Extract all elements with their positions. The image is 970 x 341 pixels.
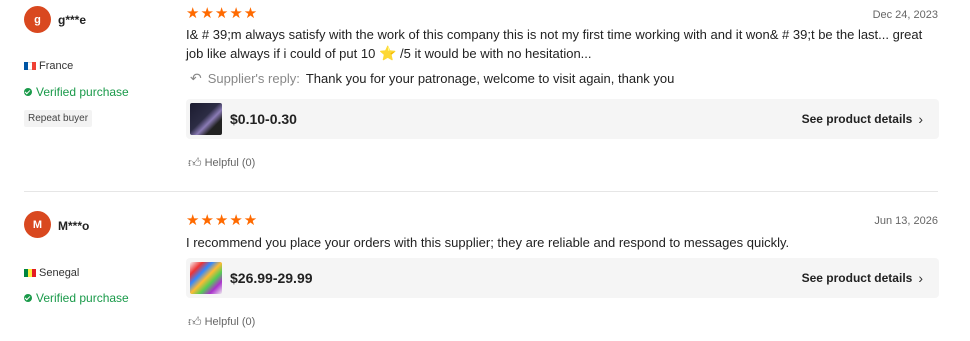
see-product-details-link[interactable]: See product details ›	[802, 270, 923, 286]
thumbs-up-icon: 👍︎	[188, 314, 202, 329]
check-icon	[24, 294, 32, 302]
reply-arrow-icon: ↶	[190, 70, 202, 86]
product-thumbnail[interactable]	[190, 103, 222, 135]
review-comment: I& # 39;m always satisfy with the work o…	[186, 26, 926, 63]
helpful-button[interactable]: 👍︎ Helpful (0)	[188, 155, 255, 171]
helpful-label: Helpful (0)	[204, 157, 256, 169]
senegal-flag-icon	[24, 269, 36, 277]
see-product-details-link[interactable]: See product details ›	[802, 111, 923, 127]
comment-text-part2: /5 it would be with no hesitation...	[400, 46, 592, 61]
helpful-button[interactable]: 👍︎ Helpful (0)	[188, 314, 255, 330]
france-flag-icon	[24, 62, 36, 70]
review-item: M M***o Senegal Verified purchase ★★★★★ …	[0, 193, 970, 341]
details-label: See product details	[801, 271, 913, 285]
reviewer-name: M***o	[58, 219, 90, 233]
divider	[24, 191, 938, 192]
product-thumbnail[interactable]	[190, 262, 222, 294]
check-icon	[24, 88, 32, 96]
helpful-label: Helpful (0)	[204, 316, 256, 328]
details-label: See product details	[801, 112, 913, 126]
chevron-right-icon: ›	[918, 270, 923, 286]
product-price: $26.99-29.99	[230, 270, 313, 286]
chevron-right-icon: ›	[918, 111, 923, 127]
rating-stars: ★★★★★	[186, 5, 259, 22]
product-card[interactable]: $26.99-29.99 See product details ›	[186, 258, 939, 298]
avatar: g	[24, 6, 51, 33]
country-label: France	[39, 60, 74, 72]
review-date: Dec 24, 2023	[872, 9, 938, 21]
reply-label: Supplier's reply:	[207, 71, 300, 86]
product-price: $0.10-0.30	[230, 111, 297, 127]
thumbs-up-icon: 👍︎	[188, 155, 202, 170]
repeat-buyer-badge: Repeat buyer	[24, 110, 93, 127]
product-card[interactable]: $0.10-0.30 See product details ›	[186, 99, 939, 139]
supplier-reply: ↶ Supplier's reply: Thank you for your p…	[190, 70, 674, 87]
verified-label: Verified purchase	[36, 85, 129, 99]
reviewer-country: France	[24, 60, 73, 72]
review-date: Jun 13, 2026	[874, 215, 938, 227]
star-emoji-icon: ⭐	[378, 45, 397, 61]
reviewer-country: Senegal	[24, 267, 79, 279]
verified-purchase: Verified purchase	[24, 85, 129, 99]
verified-label: Verified purchase	[36, 291, 129, 305]
avatar: M	[24, 211, 51, 238]
reviewer-name: g***e	[58, 13, 87, 27]
rating-stars: ★★★★★	[186, 212, 259, 229]
reply-text: Thank you for your patronage, welcome to…	[305, 71, 675, 86]
review-item: g g***e France Verified purchase Repeat …	[0, 0, 970, 192]
review-comment: I recommend you place your orders with t…	[186, 235, 790, 250]
country-label: Senegal	[39, 267, 80, 279]
verified-purchase: Verified purchase	[24, 291, 129, 305]
